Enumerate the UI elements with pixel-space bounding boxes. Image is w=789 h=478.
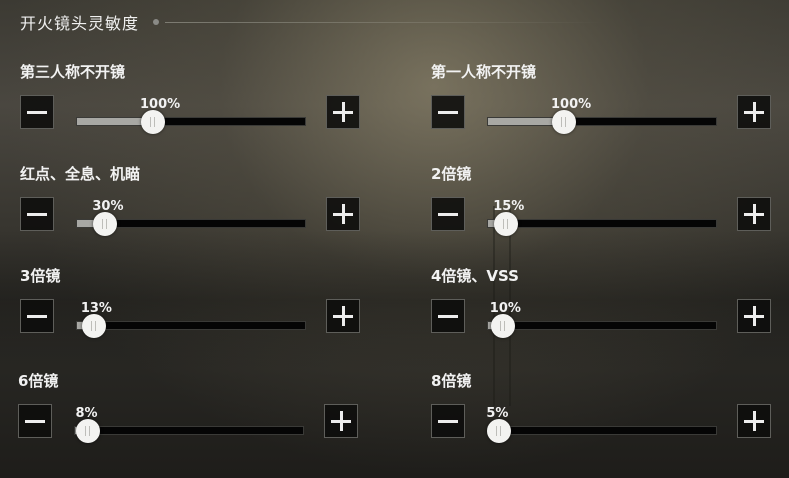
setting-red-dot-holo-iron: 红点、全息、机瞄 30% bbox=[20, 163, 365, 243]
setting-6x-scope: 6倍镜 8% bbox=[18, 370, 363, 450]
sensitivity-slider[interactable] bbox=[74, 419, 304, 443]
setting-4x-scope-vss: 4倍镜、VSS 10% bbox=[431, 265, 776, 345]
sensitivity-slider[interactable] bbox=[487, 110, 717, 134]
setting-label: 8倍镜 bbox=[431, 372, 472, 390]
section-header: 开火镜头灵敏度 bbox=[20, 10, 606, 34]
setting-label: 3倍镜 bbox=[20, 267, 61, 285]
section-title: 开火镜头灵敏度 bbox=[20, 14, 140, 33]
minus-icon bbox=[27, 314, 47, 318]
increase-button[interactable] bbox=[326, 95, 360, 129]
setting-3x-scope: 3倍镜 13% bbox=[20, 265, 365, 345]
slider-thumb[interactable] bbox=[552, 110, 576, 134]
decrease-button[interactable] bbox=[431, 404, 465, 438]
decrease-button[interactable] bbox=[20, 95, 54, 129]
setting-2x-scope: 2倍镜 15% bbox=[431, 163, 776, 243]
minus-icon bbox=[438, 314, 458, 318]
minus-icon bbox=[27, 110, 47, 114]
minus-icon bbox=[25, 419, 45, 423]
increase-button[interactable] bbox=[737, 95, 771, 129]
header-divider bbox=[165, 21, 606, 23]
sensitivity-slider[interactable] bbox=[487, 314, 717, 338]
setting-label: 第一人称不开镜 bbox=[431, 63, 537, 81]
minus-icon bbox=[438, 212, 458, 216]
sensitivity-slider[interactable] bbox=[76, 110, 306, 134]
sensitivity-slider[interactable] bbox=[487, 419, 717, 443]
increase-button[interactable] bbox=[326, 197, 360, 231]
decrease-button[interactable] bbox=[20, 197, 54, 231]
slider-thumb[interactable] bbox=[93, 212, 118, 236]
increase-button[interactable] bbox=[326, 299, 360, 333]
decrease-button[interactable] bbox=[431, 299, 465, 333]
value-label: 13% bbox=[80, 301, 112, 316]
sensitivity-slider[interactable] bbox=[76, 212, 306, 236]
setting-first-person-no-scope: 第一人称不开镜 100% bbox=[431, 61, 776, 141]
minus-icon bbox=[438, 419, 458, 423]
slider-thumb[interactable] bbox=[487, 419, 512, 443]
setting-label: 第三人称不开镜 bbox=[20, 63, 126, 81]
sensitivity-slider[interactable] bbox=[487, 212, 717, 236]
slider-thumb[interactable] bbox=[76, 419, 101, 443]
sensitivity-slider[interactable] bbox=[76, 314, 306, 338]
setting-label: 红点、全息、机瞄 bbox=[20, 165, 141, 183]
value-label: 10% bbox=[489, 301, 521, 316]
value-label: 100% bbox=[551, 97, 592, 112]
increase-button[interactable] bbox=[324, 404, 358, 438]
header-dot bbox=[153, 19, 160, 25]
value-label: 8% bbox=[75, 406, 98, 421]
value-label: 30% bbox=[92, 199, 124, 214]
setting-label: 6倍镜 bbox=[18, 372, 59, 390]
value-label: 15% bbox=[493, 199, 525, 214]
slider-thumb[interactable] bbox=[141, 110, 165, 134]
increase-button[interactable] bbox=[737, 299, 771, 333]
decrease-button[interactable] bbox=[20, 299, 54, 333]
value-label: 5% bbox=[486, 406, 509, 421]
decrease-button[interactable] bbox=[18, 404, 52, 438]
minus-icon bbox=[438, 110, 458, 114]
decrease-button[interactable] bbox=[431, 197, 465, 231]
slider-thumb[interactable] bbox=[81, 314, 106, 338]
slider-thumb[interactable] bbox=[490, 314, 515, 338]
value-label: 100% bbox=[140, 97, 181, 112]
minus-icon bbox=[27, 212, 47, 216]
setting-8x-scope: 8倍镜 5% bbox=[431, 370, 776, 450]
decrease-button[interactable] bbox=[431, 95, 465, 129]
setting-third-person-no-scope: 第三人称不开镜 100% bbox=[20, 61, 365, 141]
setting-label: 4倍镜、VSS bbox=[431, 267, 519, 285]
increase-button[interactable] bbox=[737, 197, 771, 231]
slider-thumb[interactable] bbox=[494, 212, 519, 236]
setting-label: 2倍镜 bbox=[431, 165, 472, 183]
increase-button[interactable] bbox=[737, 404, 771, 438]
